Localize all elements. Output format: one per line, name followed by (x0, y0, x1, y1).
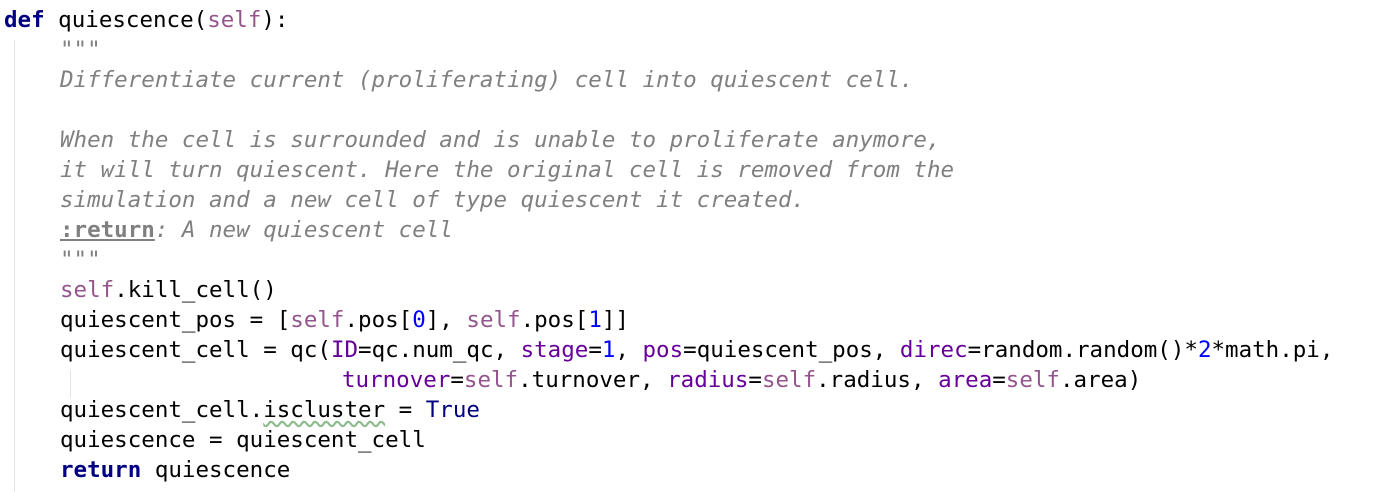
docstring-line-4: simulation and a new cell of type quiesc… (60, 187, 806, 213)
radius-attr: .radius, (816, 367, 939, 393)
code-line-continuation: turnover=self.turnover, radius=self.radi… (342, 365, 1141, 395)
kwarg-direc: direc (899, 337, 968, 363)
equals: = (450, 367, 464, 393)
equals: = (588, 337, 602, 363)
kwarg-turnover: turnover (342, 367, 451, 393)
self-ref: self (466, 307, 521, 333)
kwarg-stage: stage (520, 337, 589, 363)
keyword-return: return (60, 457, 142, 483)
kill-call: .kill_cell() (114, 277, 277, 303)
docstring-return-text: : A new quiescent cell (154, 217, 453, 243)
pos-sep: ], (425, 307, 467, 333)
code-line-iscluster: quiescent_cell.iscluster = True (60, 395, 480, 425)
docstring-return-line: :return: A new quiescent cell (60, 215, 453, 245)
return-value: quiescence (141, 457, 291, 483)
kwarg-radius: radius (667, 367, 749, 393)
kwarg-area: area (938, 367, 993, 393)
self-ref: self (761, 367, 817, 393)
docstring-return-tag: :return (60, 217, 155, 243)
def-colon: ): (261, 7, 289, 33)
equals: = (992, 367, 1006, 393)
kwarg-pos-value: =quiescent_pos, (683, 337, 900, 363)
code-line-quiescent-pos: quiescent_pos = [self.pos[0], self.pos[1… (60, 305, 629, 335)
keyword-def: def (4, 7, 45, 33)
code-line-quiescent-cell: quiescent_cell = qc(ID=qc.num_qc, stage=… (60, 335, 1333, 365)
code-editor[interactable]: def quiescence(self): """ Differentiate … (0, 0, 1388, 492)
number-literal: 1 (588, 307, 602, 333)
iscluster-attr-warning: iscluster (263, 397, 386, 423)
separator: , (615, 337, 643, 363)
function-name: quiescence( (44, 7, 208, 33)
docstring-open: """ (60, 37, 101, 63)
self-ref: self (463, 367, 519, 393)
indent-guide-continuation (70, 370, 71, 398)
keyword-true: True (425, 397, 480, 423)
kwarg-direc-value: =random.random()* (967, 337, 1198, 363)
equals: = (748, 367, 762, 393)
pos-attr: .pos[ (520, 307, 589, 333)
kwarg-direc-end: *math.pi, (1211, 337, 1334, 363)
iscluster-object: quiescent_cell. (60, 397, 264, 423)
pos-assign: quiescent_pos = [ (60, 307, 291, 333)
indent-guide (14, 40, 15, 492)
self-ref: self (1005, 367, 1060, 393)
turnover-attr: .turnover, (518, 367, 668, 393)
docstring-line-1: Differentiate current (proliferating) ce… (60, 67, 914, 93)
kwarg-id: ID (330, 337, 359, 363)
self-ref: self (290, 307, 345, 333)
cell-assign: quiescent_cell = qc( (60, 337, 331, 363)
docstring-line-3: it will turn quiescent. Here the origina… (60, 157, 955, 183)
code-line-quiescence-assign: quiescence = quiescent_cell (60, 427, 426, 453)
pos-attr: .pos[ (344, 307, 413, 333)
code-line-return: return quiescence (60, 455, 290, 485)
docstring-line-2: When the cell is surrounded and is unabl… (60, 127, 941, 153)
number-literal: 1 (601, 337, 616, 363)
kwarg-pos: pos (642, 337, 684, 363)
number-literal: 2 (1197, 337, 1212, 363)
pos-close: ]] (601, 307, 629, 333)
self-ref: self (60, 277, 115, 303)
self-param: self (207, 7, 262, 33)
number-literal: 0 (412, 307, 426, 333)
assign-op: = (385, 397, 426, 423)
docstring-close: """ (60, 247, 101, 273)
kwarg-id-value: =qc.num_qc, (358, 337, 521, 363)
area-attr: .area) (1059, 367, 1142, 393)
code-line-kill-cell: self.kill_cell() (60, 275, 277, 305)
code-line-def: def quiescence(self): (4, 5, 288, 35)
